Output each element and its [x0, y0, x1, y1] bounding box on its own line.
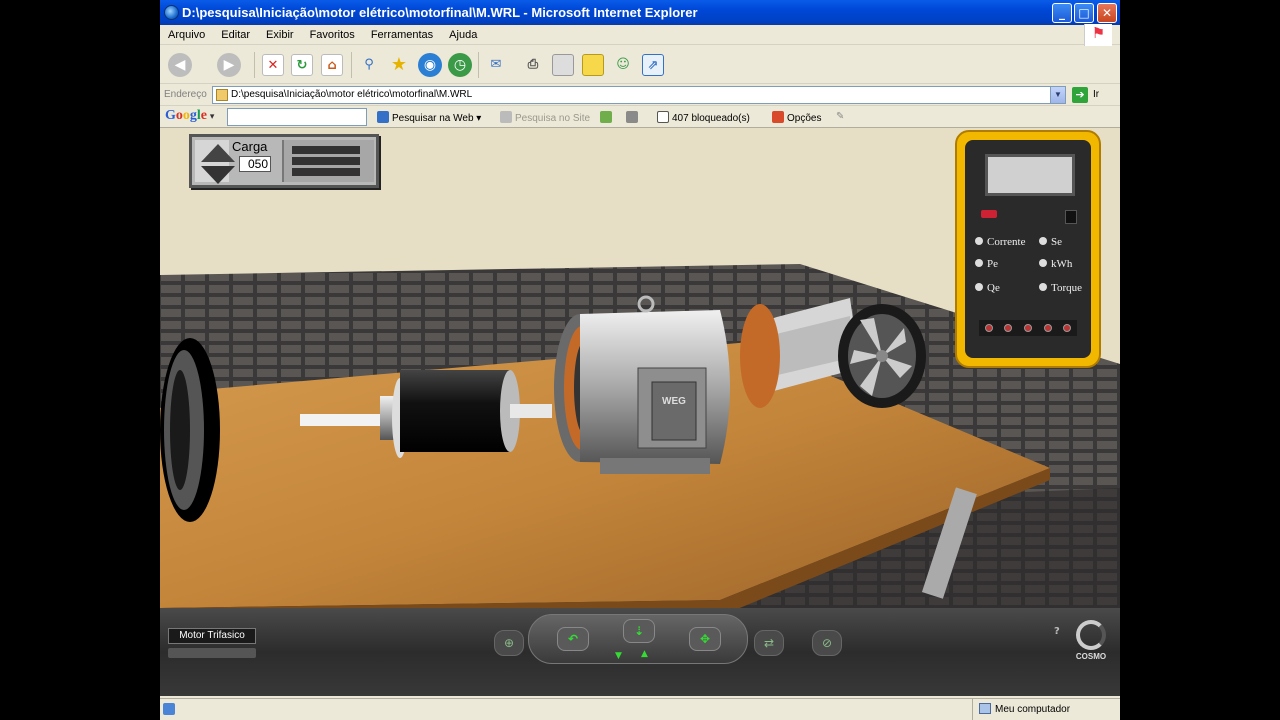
option-kwh[interactable]: kWh [1039, 258, 1072, 270]
popup-blocker-button[interactable]: 407 bloqueado(s) [657, 111, 750, 124]
search-site-button[interactable]: Pesquisa no Site [500, 111, 590, 124]
option-torque[interactable]: Torque [1039, 282, 1082, 294]
load-label: Carga [232, 139, 268, 154]
menu-bar: Arquivo Editar Exibir Favoritos Ferramen… [160, 25, 1120, 45]
option-se[interactable]: Se [1039, 236, 1062, 248]
multimeter-display [985, 154, 1075, 196]
google-search-input[interactable] [227, 108, 367, 126]
probe-jacks [979, 320, 1077, 336]
viewpoint-selector[interactable]: Motor Trifasico [168, 628, 256, 644]
forward-arrow-icon[interactable]: ▶ [217, 53, 241, 77]
star-icon[interactable]: ★ [388, 54, 410, 76]
navigation-controls: ↶ ⇣ ✥ ▼ ▲ [528, 614, 748, 664]
status-bar: Meu computador [160, 698, 1120, 720]
walk-icon[interactable]: ⇣ [623, 619, 655, 643]
search-icon[interactable]: ⚲ [358, 54, 380, 76]
go-button[interactable]: Ir [1093, 89, 1099, 100]
address-dropdown-icon[interactable]: ▼ [1050, 87, 1065, 103]
window-title: D:\pesquisa\Iniciação\motor elétrico\mot… [182, 5, 698, 20]
load-indicator [282, 140, 374, 182]
toolbar-separator [478, 52, 479, 78]
load-stepper [195, 140, 235, 184]
computer-icon [979, 703, 991, 714]
cosmo-logo: COSMO [1068, 620, 1114, 670]
address-input[interactable]: D:\pesquisa\Iniciação\motor elétrico\mot… [212, 86, 1066, 104]
menu-ajuda[interactable]: Ajuda [449, 29, 477, 41]
zoom-icon[interactable]: ⊕ [494, 630, 524, 656]
examine-icon[interactable]: ✥ [689, 627, 721, 651]
google-toolbar: Google ▾ Pesquisar na Web ▾ Pesquisa no … [160, 106, 1120, 128]
menu-editar[interactable]: Editar [221, 29, 250, 41]
cosmo-navigation-bar: Motor Trifasico ⊕ ↶ ⇣ ✥ ▼ ▲ ⇄ ⊘ ? COSMO [160, 608, 1120, 696]
motor-brand-label: WEG [662, 396, 686, 407]
multimeter: Corrente Se Pe kWh Qe Torque [955, 130, 1101, 368]
menu-exibir[interactable]: Exibir [266, 29, 294, 41]
menu-arquivo[interactable]: Arquivo [168, 29, 205, 41]
standard-toolbar: ◀ ▶ ✕ ↻ ⌂ ⚲ ★ ◉ ◷ ✉ ⎙ ☺ ⇗ [160, 46, 1120, 84]
note-icon[interactable] [582, 54, 604, 76]
edit-icon[interactable] [552, 54, 574, 76]
address-bar: Endereço D:\pesquisa\Iniciação\motor elé… [160, 84, 1120, 106]
options-icon [772, 111, 784, 123]
home-icon[interactable]: ⌂ [321, 54, 343, 76]
globe-icon[interactable]: ◉ [418, 53, 442, 77]
page-info-icon[interactable] [600, 111, 615, 124]
menu-ferramentas[interactable]: Ferramentas [371, 29, 433, 41]
toolbar-separator [254, 52, 255, 78]
menu-favoritos[interactable]: Favoritos [310, 29, 355, 41]
print-icon[interactable]: ⎙ [522, 54, 544, 76]
rotor [400, 370, 510, 452]
zone-label: Meu computador [995, 704, 1071, 715]
power-indicator [981, 210, 997, 218]
popup-icon [657, 111, 669, 123]
seek-icon[interactable]: ⇄ [754, 630, 784, 656]
highlight-icon[interactable] [626, 111, 641, 124]
load-value: 050 [239, 156, 271, 172]
google-logo[interactable]: Google ▾ [165, 108, 214, 124]
vrml-viewport[interactable]: WEG Carga 050 Corrente Se Pe kWh Qe Torq… [160, 128, 1120, 608]
security-zone: Meu computador [972, 699, 1120, 720]
stop-icon[interactable]: ✕ [262, 54, 284, 76]
binoculars-icon [377, 111, 389, 123]
messenger-icon[interactable]: ☺ [612, 54, 634, 76]
back-arrow-icon[interactable]: ◀ [168, 53, 192, 77]
title-bar: D:\pesquisa\Iniciação\motor elétrico\mot… [160, 0, 1120, 25]
address-value: D:\pesquisa\Iniciação\motor elétrico\mot… [231, 89, 473, 100]
slide-icon[interactable]: ↶ [557, 627, 589, 651]
go-arrow-icon[interactable]: ➔ [1072, 87, 1088, 103]
browser-window: D:\pesquisa\Iniciação\motor elétrico\mot… [160, 0, 1120, 720]
search-web-button[interactable]: Pesquisar na Web ▾ [377, 111, 481, 124]
cosmo-swirl-icon [1076, 620, 1106, 650]
maximize-button[interactable]: □ [1074, 3, 1094, 23]
history-icon[interactable]: ◷ [448, 53, 472, 77]
options-button[interactable]: Opções [772, 111, 821, 124]
mail-icon[interactable]: ✉ [485, 54, 507, 76]
tilt-down-icon[interactable]: ▼ [615, 651, 622, 661]
help-icon[interactable]: ? [1054, 626, 1060, 637]
load-control-panel: Carga 050 [189, 134, 379, 188]
motor-base [600, 458, 710, 474]
load-decrease-button[interactable] [201, 166, 235, 184]
pencil-icon[interactable]: ✎ [836, 111, 844, 122]
load-increase-button[interactable] [201, 144, 235, 162]
viewpoint-slider[interactable] [168, 648, 256, 658]
refresh-icon[interactable]: ↻ [291, 54, 313, 76]
address-label: Endereço [164, 89, 207, 100]
option-qe[interactable]: Qe [975, 282, 1000, 294]
meter-switch[interactable] [1065, 210, 1077, 224]
windows-logo-icon: ⚑ [1084, 24, 1112, 46]
option-pe[interactable]: Pe [975, 258, 998, 270]
page-status-icon [163, 703, 175, 715]
ie-logo-icon [164, 5, 179, 20]
site-search-icon [500, 111, 512, 123]
research-icon[interactable]: ⇗ [642, 54, 664, 76]
toolbar-separator [351, 52, 352, 78]
close-button[interactable]: ✕ [1097, 3, 1117, 23]
tilt-up-icon[interactable]: ▲ [641, 649, 648, 659]
straighten-icon[interactable]: ⊘ [812, 630, 842, 656]
file-icon [216, 89, 228, 101]
minimize-button[interactable]: _ [1052, 3, 1072, 23]
option-corrente[interactable]: Corrente [975, 236, 1025, 248]
